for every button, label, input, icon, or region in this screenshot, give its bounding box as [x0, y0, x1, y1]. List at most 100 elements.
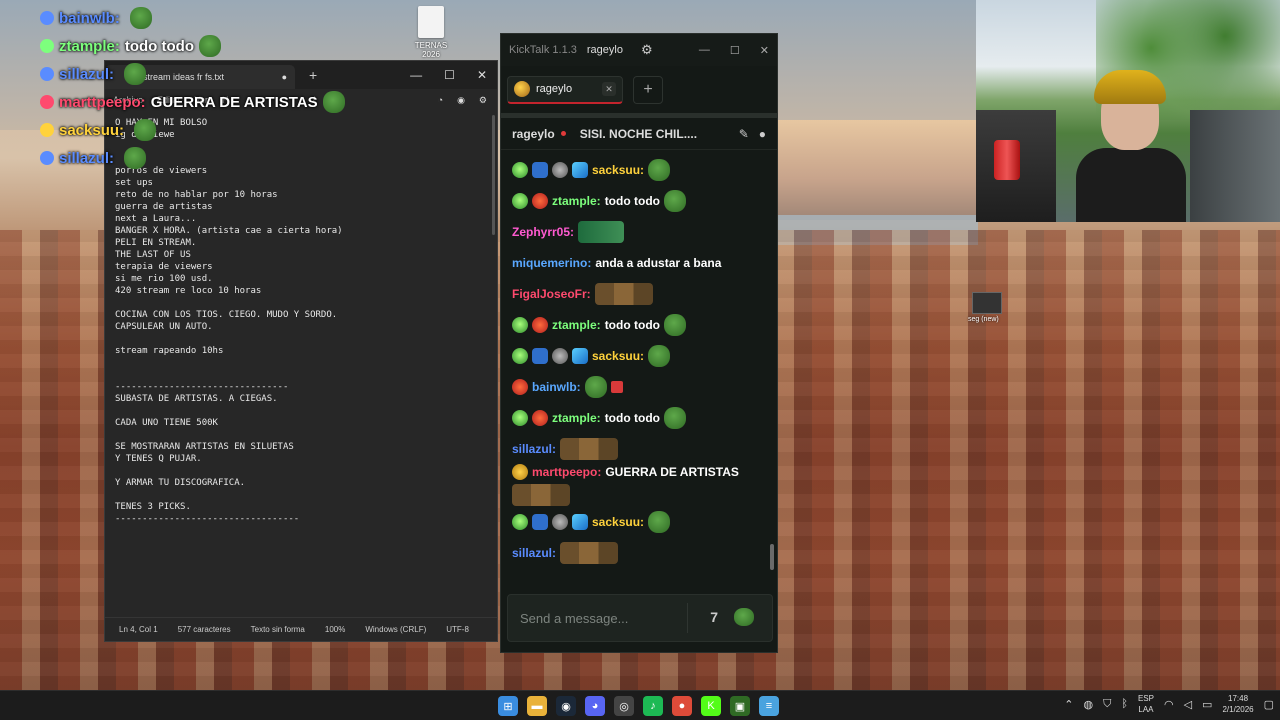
- chat-username[interactable]: bainwlb:: [532, 380, 581, 394]
- chat-username[interactable]: marttpeepo:: [532, 465, 601, 479]
- status-eol[interactable]: Windows (CRLF): [365, 625, 426, 634]
- status-char-count: 577 caracteres: [177, 625, 231, 634]
- kicktalk-icon[interactable]: ▣: [730, 696, 750, 716]
- discord-icon[interactable]: ◕: [585, 696, 605, 716]
- chat-username[interactable]: sillazul:: [512, 442, 556, 456]
- start-icon[interactable]: ⊞: [498, 696, 518, 716]
- clock[interactable]: 17:48 2/1/2026: [1222, 693, 1253, 715]
- user-badge-icon: [40, 39, 54, 53]
- status-cursor-position: Ln 4, Col 1: [119, 625, 158, 634]
- pepe-emote-icon: [584, 375, 607, 398]
- kicktalk-titlebar[interactable]: KickTalk 1.1.3 rageylo ⚙ — ☐ ✕: [501, 34, 777, 66]
- chat-username[interactable]: miquemerino:: [512, 256, 591, 270]
- chat-username[interactable]: sacksuu:: [592, 349, 644, 363]
- chat-message[interactable]: sacksuu:: [512, 154, 769, 185]
- kick-icon[interactable]: K: [701, 696, 721, 716]
- close-icon[interactable]: ✕: [477, 68, 487, 82]
- webcam-person-body: [1076, 148, 1186, 222]
- notepad-text-area[interactable]: O HAY EN MI BOLSO ig de viewe porros de …: [105, 111, 497, 617]
- chat-username[interactable]: sacksuu:: [592, 163, 644, 177]
- file-explorer-icon[interactable]: ▬: [527, 696, 547, 716]
- overlay-message: GUERRA DE ARTISTAS: [150, 93, 318, 111]
- account-icon[interactable]: ◉: [457, 95, 465, 106]
- overlay-username: sacksuu:: [59, 121, 125, 139]
- faces-emote-icon: [512, 484, 570, 506]
- chat-username[interactable]: Zephyrr05:: [512, 225, 574, 239]
- chat-message[interactable]: ztample: todo todo: [512, 309, 769, 340]
- chat-username[interactable]: FigalJoseoFr:: [512, 287, 591, 301]
- status-zoom[interactable]: 100%: [325, 625, 345, 634]
- tab-label: rageylo: [536, 83, 573, 95]
- notepad-scrollbar[interactable]: [492, 115, 495, 235]
- overlay-chat-line: ztample: todo todo: [40, 32, 400, 60]
- chat-username[interactable]: sillazul:: [512, 546, 556, 560]
- volume-icon[interactable]: ◁: [1184, 698, 1192, 711]
- wifi-icon[interactable]: ◠: [1164, 698, 1174, 711]
- hammer-badge-icon: [532, 161, 548, 178]
- chat-message[interactable]: miquemerino: anda a adustar a bana: [512, 247, 769, 278]
- chat-text: anda a adustar a bana: [595, 255, 722, 270]
- chat-message[interactable]: bainwlb:: [512, 371, 769, 402]
- maximize-icon[interactable]: ☐: [444, 68, 455, 82]
- kicktalk-window[interactable]: KickTalk 1.1.3 rageylo ⚙ — ☐ ✕ rageylo ✕…: [500, 33, 778, 653]
- channel-tabs: rageylo ✕ +: [501, 66, 777, 118]
- webcam-feed: [976, 0, 1280, 222]
- obs-icon[interactable]: ◎: [614, 696, 634, 716]
- chat-scrollbar[interactable]: [770, 544, 774, 570]
- overlay-username: sillazul:: [59, 149, 115, 167]
- chat-message[interactable]: sillazul:: [512, 537, 769, 568]
- pepe-emote-icon: [648, 158, 671, 181]
- chat-username[interactable]: sacksuu:: [592, 515, 644, 529]
- pin-icon[interactable]: ✎: [739, 127, 749, 141]
- copilot-icon[interactable]: ◔: [438, 95, 443, 106]
- orange-badge-icon: [512, 378, 528, 395]
- emote-picker-icon[interactable]: [734, 608, 754, 626]
- language-indicator[interactable]: ESP LAA: [1138, 693, 1154, 715]
- steam-icon[interactable]: ◉: [556, 696, 576, 716]
- security-tray-icon[interactable]: ⛉: [1103, 698, 1111, 711]
- battery-icon[interactable]: ▭: [1202, 698, 1212, 711]
- status-encoding[interactable]: UTF-8: [446, 625, 469, 634]
- settings-gear-icon[interactable]: ⚙: [641, 42, 653, 58]
- user-icon[interactable]: ●: [759, 127, 766, 141]
- pepe-emote-icon: [664, 406, 686, 429]
- chrome-icon[interactable]: ●: [672, 696, 692, 716]
- bluetooth-tray-icon[interactable]: ᛒ: [1121, 698, 1128, 710]
- webcam-person-cap: [1094, 70, 1166, 104]
- spotify-icon[interactable]: ♪: [643, 696, 663, 716]
- chat-username[interactable]: ztample:: [552, 411, 601, 425]
- maximize-icon[interactable]: ☐: [730, 44, 740, 57]
- chat-username[interactable]: ztample:: [552, 194, 601, 208]
- notepad-icon[interactable]: ≡: [759, 696, 779, 716]
- chat-message[interactable]: ztample: todo todo: [512, 185, 769, 216]
- user-badge-icon: [40, 67, 54, 81]
- chat-message[interactable]: sacksuu:: [512, 506, 769, 537]
- hammer-badge-icon: [532, 347, 548, 364]
- chat-message[interactable]: ztample: todo todo: [512, 402, 769, 433]
- chat-message[interactable]: sillazul:: [512, 433, 769, 464]
- network-tray-icon[interactable]: ◍: [1083, 698, 1093, 711]
- chat-message[interactable]: marttpeepo: GUERRA DE ARTISTAS: [512, 464, 769, 506]
- close-icon[interactable]: ✕: [760, 44, 769, 57]
- message-input-placeholder: Send a message...: [520, 610, 629, 626]
- chevron-up-icon[interactable]: ⌃: [1064, 698, 1073, 711]
- desktop-thumbnail[interactable]: [972, 292, 1002, 314]
- seventv-emote-icon[interactable]: 7: [710, 609, 718, 625]
- add-channel-button[interactable]: +: [633, 75, 663, 104]
- minimize-icon[interactable]: —: [410, 68, 422, 82]
- chat-message[interactable]: FigalJoseoFr:: [512, 278, 769, 309]
- channel-name: rageylo: [512, 126, 555, 141]
- notification-icon[interactable]: ▢: [1264, 698, 1274, 711]
- tab-close-icon[interactable]: ✕: [602, 82, 616, 96]
- settings-gear-icon[interactable]: ⚙: [479, 95, 487, 106]
- minimize-icon[interactable]: —: [699, 44, 710, 57]
- chat-message[interactable]: sacksuu:: [512, 340, 769, 371]
- desktop-file-icon[interactable]: TERNAS 2026: [408, 6, 454, 59]
- hammer-badge-icon: [532, 513, 548, 530]
- chat-username[interactable]: ztample:: [552, 318, 601, 332]
- orange-badge-icon: [532, 409, 548, 426]
- overlay-chat-line: bainwlb:: [40, 4, 400, 32]
- tab-rageylo[interactable]: rageylo ✕: [507, 75, 623, 104]
- message-input[interactable]: Send a message... 7: [507, 594, 773, 642]
- chat-message[interactable]: Zephyrr05:: [512, 216, 769, 247]
